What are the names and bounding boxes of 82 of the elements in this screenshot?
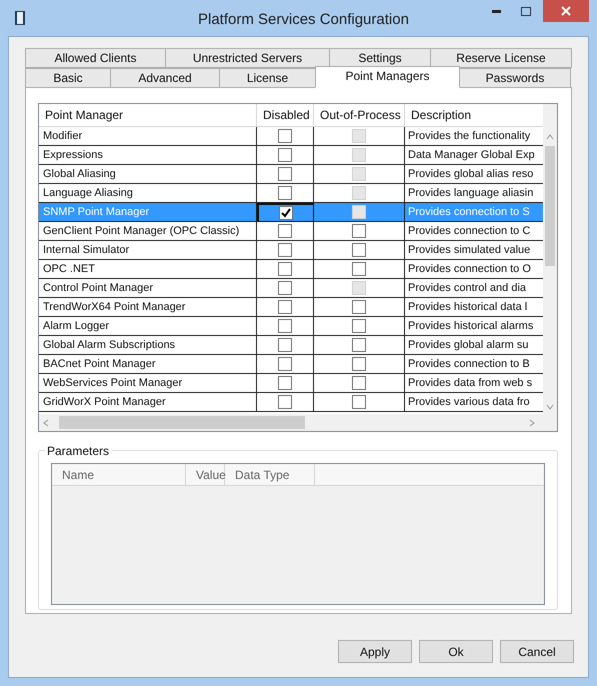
tab[interactable]: Advanced [110, 68, 220, 88]
dialog-button[interactable]: Cancel [500, 640, 574, 663]
column-header[interactable]: Data Type [225, 464, 315, 485]
dialog-button[interactable]: Ok [419, 640, 493, 663]
table-cell: Internal Simulator [39, 241, 257, 260]
scroll-left-icon [43, 418, 49, 426]
checkbox[interactable] [278, 319, 292, 333]
checkbox[interactable] [278, 167, 292, 181]
grid-row[interactable]: GridWorX Point Manager Provides various data fro [39, 393, 544, 412]
checkbox[interactable] [278, 376, 292, 390]
table-cell: Expressions [39, 146, 257, 165]
checkbox[interactable] [278, 243, 292, 257]
column-header[interactable]: Name [52, 464, 186, 485]
grid-row[interactable]: Expressions Data Manager Global Exp [39, 146, 544, 165]
table-cell: OPC .NET [39, 260, 257, 279]
app-icon [14, 10, 26, 26]
horizontal-scrollbar[interactable] [39, 414, 557, 431]
checkmark-icon [281, 208, 291, 218]
column-header[interactable]: Value [186, 464, 225, 485]
dialog-button[interactable]: Apply [338, 640, 412, 663]
checkbox[interactable] [278, 148, 292, 162]
checkbox[interactable] [352, 395, 366, 409]
grid-row[interactable]: Alarm Logger Provides historical alarms [39, 317, 544, 336]
grid-row[interactable]: OPC .NET Provides connection to O [39, 260, 544, 279]
tab[interactable]: License [219, 68, 316, 88]
table-cell: Modifier [39, 127, 257, 146]
maximize-icon [521, 6, 531, 16]
table-cell: GridWorX Point Manager [39, 393, 257, 412]
scroll-thumb[interactable] [545, 146, 556, 266]
checkbox[interactable] [352, 243, 366, 257]
checkbox[interactable] [278, 281, 292, 295]
grid-row[interactable]: Internal Simulator Provides simulated value [39, 241, 544, 260]
tab[interactable]: Unrestricted Servers [165, 48, 330, 68]
checkbox[interactable] [278, 186, 292, 200]
checkbox[interactable] [278, 300, 292, 314]
scroll-thumb[interactable] [59, 416, 305, 429]
table-cell: Global Aliasing [39, 165, 257, 184]
tab[interactable]: Reserve License [430, 48, 572, 68]
checkbox[interactable] [352, 376, 366, 390]
grid-row[interactable]: Global Alarm Subscriptions Provides global alarm su [39, 336, 544, 355]
checkbox[interactable] [352, 357, 366, 371]
tab[interactable]: Basic [25, 68, 111, 88]
minimize-icon [492, 10, 500, 12]
tab[interactable]: Passwords [459, 68, 571, 88]
scroll-right-icon [529, 418, 535, 426]
checkbox[interactable] [278, 129, 292, 143]
close-icon [561, 6, 571, 16]
scroll-down-icon [546, 404, 554, 410]
checkbox[interactable] [352, 319, 366, 333]
checkbox[interactable] [352, 300, 366, 314]
checkbox[interactable] [352, 224, 366, 238]
checkbox[interactable] [278, 224, 292, 238]
grid-row[interactable]: Global Aliasing Provides global alias reso [39, 165, 544, 184]
table-cell: Alarm Logger [39, 317, 257, 336]
table-cell: Global Alarm Subscriptions [39, 336, 257, 355]
grid-row[interactable]: GenClient Point Manager (OPC Classic) Provides connection to C [39, 222, 544, 241]
grid-row[interactable]: Control Point Manager Provides control and dia [39, 279, 544, 298]
table-cell: WebServices Point Manager [39, 374, 257, 393]
close-button[interactable] [543, 0, 589, 22]
window-title: Platform Services Configuration [198, 10, 409, 30]
grid-row[interactable]: WebServices Point Manager Provides data from web s [39, 374, 544, 393]
checkbox[interactable] [278, 357, 292, 371]
tab[interactable]: Allowed Clients [25, 48, 166, 68]
scroll-up-icon [546, 134, 554, 140]
column-header[interactable]: Point Manager [39, 104, 257, 126]
table-cell: BACnet Point Manager [39, 355, 257, 374]
column-header[interactable]: Disabled [257, 104, 314, 126]
grid-row[interactable]: BACnet Point Manager Provides connection to B [39, 355, 544, 374]
tab[interactable]: Point Managers [315, 66, 460, 88]
table-cell: TrendWorX64 Point Manager [39, 298, 257, 317]
checkbox[interactable] [278, 338, 292, 352]
table-cell: Control Point Manager [39, 279, 257, 298]
checkbox[interactable] [352, 338, 366, 352]
checkbox[interactable] [278, 262, 292, 276]
grid-row[interactable]: TrendWorX64 Point Manager Provides historical data l [39, 298, 544, 317]
table-cell: GenClient Point Manager (OPC Classic) [39, 222, 257, 241]
column-header[interactable]: Out-of-Process [314, 104, 405, 126]
checkbox[interactable] [352, 262, 366, 276]
table-cell: SNMP Point Manager [39, 203, 257, 222]
vertical-scrollbar[interactable] [543, 104, 557, 414]
grid-row[interactable]: Modifier Provides the functionality [39, 127, 544, 146]
checkbox[interactable] [278, 395, 292, 409]
